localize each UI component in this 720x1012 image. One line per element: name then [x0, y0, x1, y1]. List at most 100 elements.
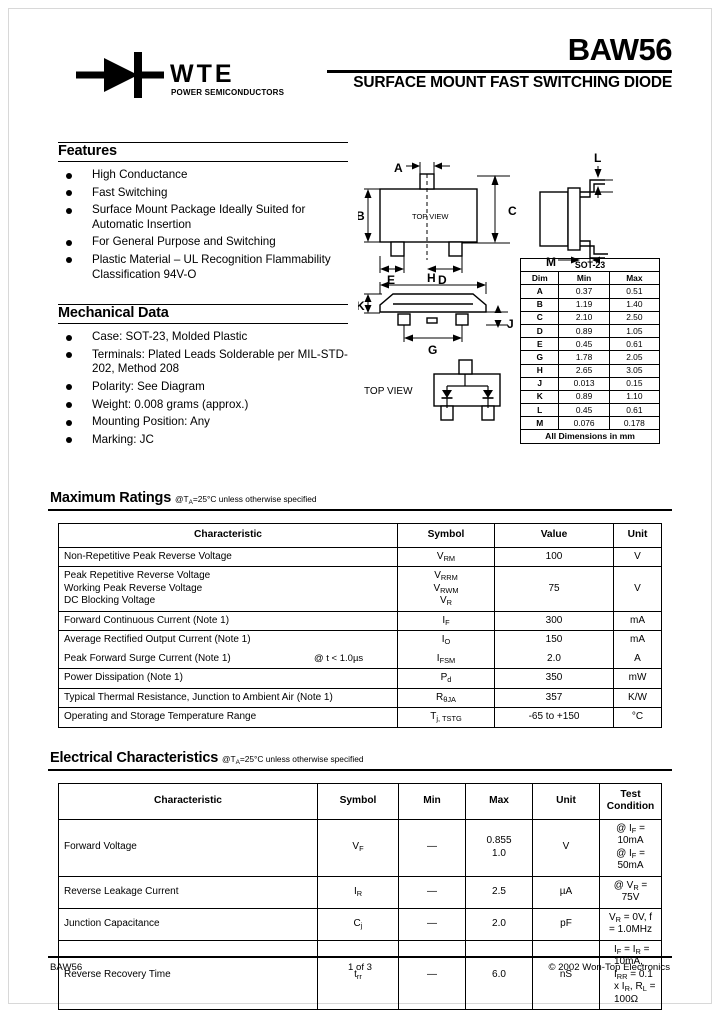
- rating-characteristic: Average Rectified Output Current (Note 1…: [58, 630, 398, 650]
- dim-min: 2.10: [558, 310, 610, 325]
- table-row: Forward Continuous Current (Note 1) IF 3…: [58, 610, 662, 631]
- table-row: Reverse Leakage Current IR — 2.5 µA @ VR…: [58, 875, 662, 909]
- svg-text:WTE: WTE: [170, 60, 235, 88]
- feature-text: Plastic Material – UL Recognition Flamma…: [92, 252, 331, 281]
- feature-text: Fast Switching: [92, 185, 168, 199]
- features-block: Features High Conductance Fast Switching…: [58, 142, 348, 282]
- company-logo: WTE POWER SEMICONDUCTORS: [58, 40, 308, 110]
- dim-max: 2.50: [608, 310, 661, 325]
- package-outline-drawings: A B C E D H H L M x x: [358, 142, 672, 444]
- dim-label-J: J: [507, 317, 514, 331]
- rating-symbol: VRRM VRWM VR: [397, 566, 495, 612]
- table-row: All Dimensions in mm: [520, 429, 660, 444]
- list-item: Polarity: See Diagram: [58, 380, 348, 395]
- max-ratings-table: Characteristic Symbol Value Unit Non-Rep…: [58, 523, 662, 728]
- header-divider: [327, 69, 672, 73]
- table-header-row: Characteristic Symbol Min Max Unit Test …: [58, 782, 662, 820]
- col-value: Value: [494, 523, 614, 548]
- header-subtitle: SURFACE MOUNT FAST SWITCHING DIODE: [353, 73, 672, 91]
- electrical-title: Electrical Characteristics @TA=25°C unle…: [48, 750, 672, 769]
- dim-name: G: [519, 350, 560, 365]
- max-ratings-section: Maximum Ratings @TA=25°C unless otherwis…: [48, 490, 672, 728]
- footer-row: BAW56 1 of 3 © 2002 Won-Top Electronics: [48, 962, 672, 978]
- list-item: Terminals: Plated Leads Solderable per M…: [58, 348, 348, 377]
- rating-symbol: RθJA: [397, 687, 495, 708]
- electrical-rule: [48, 768, 672, 771]
- table-row: Peak Repetitive Reverse Voltage Working …: [58, 566, 662, 612]
- list-item: High Conductance: [58, 168, 348, 183]
- table-row: Power Dissipation (Note 1) Pd 350 mW: [58, 668, 662, 689]
- elec-test-condition: VR = 0V, f = 1.0MHz: [599, 907, 662, 941]
- elec-symbol: Cj: [317, 907, 399, 941]
- list-item: For General Purpose and Switching: [58, 235, 348, 250]
- features-title: Features: [58, 143, 117, 159]
- table-row: D 0.89 1.05: [519, 323, 661, 339]
- dim-label-C: C: [508, 204, 517, 218]
- table-row: Operating and Storage Temperature Range …: [58, 707, 662, 728]
- mechanical-data-title: Mechanical Data: [58, 305, 169, 322]
- table-row: Typical Thermal Resistance, Junction to …: [58, 687, 662, 708]
- table-row: K 0.89 1.10: [519, 389, 661, 405]
- dim-name: B: [519, 297, 560, 312]
- rating-value: 300: [494, 610, 614, 631]
- mechanical-data-block: Mechanical Data Case: SOT-23, Molded Pla…: [58, 304, 348, 447]
- col-symbol: Symbol: [317, 782, 399, 820]
- rating-value: 75: [494, 566, 614, 612]
- rating-unit: °C: [613, 707, 662, 728]
- dim-min: 0.89: [558, 389, 610, 405]
- schematic-top-view-label: TOP VIEW: [364, 386, 413, 397]
- col-characteristic: Characteristic: [58, 523, 398, 548]
- elec-symbol: VF: [317, 818, 399, 877]
- right-column: A B C E D H H L M x x: [358, 142, 672, 444]
- rating-unit: mA: [613, 630, 662, 650]
- mechanical-text: Mounting Position: Any: [92, 415, 210, 429]
- bullet-icon: [66, 239, 72, 246]
- dim-min: 0.076: [558, 416, 610, 431]
- table-row: J 0.013 0.15: [519, 376, 661, 391]
- dim-label-H-text: H: [427, 271, 436, 285]
- elec-max: 2.5: [465, 875, 533, 909]
- dim-max: 0.51: [608, 284, 661, 299]
- elec-min: —: [398, 818, 466, 877]
- dim-min: 2.65: [558, 363, 610, 378]
- elec-unit: V: [532, 818, 600, 877]
- elec-test-condition: @ IF = 10mA @ IF = 50mA: [599, 818, 662, 877]
- max-ratings-condition: @TA=25°C unless otherwise specified: [174, 494, 317, 506]
- table-row: Non-Repetitive Peak Reverse Voltage VRM …: [58, 546, 662, 567]
- elec-unit: pF: [532, 907, 600, 941]
- dim-label-D: D: [438, 273, 447, 287]
- feature-text: For General Purpose and Switching: [92, 235, 276, 249]
- dim-label-L: L: [594, 151, 601, 165]
- elec-characteristic: Forward Voltage: [58, 818, 318, 877]
- max-ratings-rule: [48, 509, 672, 511]
- col-min: Min: [398, 782, 466, 820]
- feature-text: High Conductance: [92, 168, 188, 181]
- table-row: Dim Min Max: [519, 271, 661, 286]
- col-unit: Unit: [613, 523, 662, 548]
- electrical-condition: @TA=25°C unless otherwise specified: [221, 753, 364, 766]
- bullet-icon: [66, 419, 72, 426]
- rating-characteristic: Power Dissipation (Note 1): [58, 668, 398, 689]
- max-ratings-title: Maximum Ratings @TA=25°C unless otherwis…: [48, 490, 672, 509]
- rating-symbol: Pd: [397, 668, 495, 689]
- elec-max: 0.855 1.0: [465, 818, 533, 877]
- table-row: Forward Voltage VF — 0.855 1.0 V @ IF = …: [58, 818, 662, 877]
- table-row: H 2.65 3.05: [519, 363, 661, 378]
- elec-characteristic: Junction Capacitance: [58, 907, 318, 941]
- rating-symbol: IO: [397, 630, 495, 650]
- rating-unit: A: [613, 649, 662, 669]
- dim-label-A: A: [394, 161, 403, 175]
- feature-text: Surface Mount Package Ideally Suited for…: [92, 203, 306, 231]
- elec-max: 2.0: [465, 907, 533, 941]
- rating-value: -65 to +150: [494, 707, 614, 728]
- col-min: Min: [558, 271, 610, 286]
- list-item: Marking: JC: [58, 433, 348, 448]
- diode-symbol-icon: WTE POWER SEMICONDUCTORS: [76, 52, 285, 98]
- svg-text:POWER SEMICONDUCTORS: POWER SEMICONDUCTORS: [171, 88, 285, 97]
- dim-max: 0.15: [608, 376, 661, 391]
- table-row: M 0.076 0.178: [519, 416, 661, 431]
- mechanical-rule-bottom: [58, 323, 348, 325]
- dim-max: 1.40: [608, 297, 661, 312]
- bullet-icon: [66, 207, 72, 214]
- dimension-units-note: All Dimensions in mm: [520, 429, 660, 444]
